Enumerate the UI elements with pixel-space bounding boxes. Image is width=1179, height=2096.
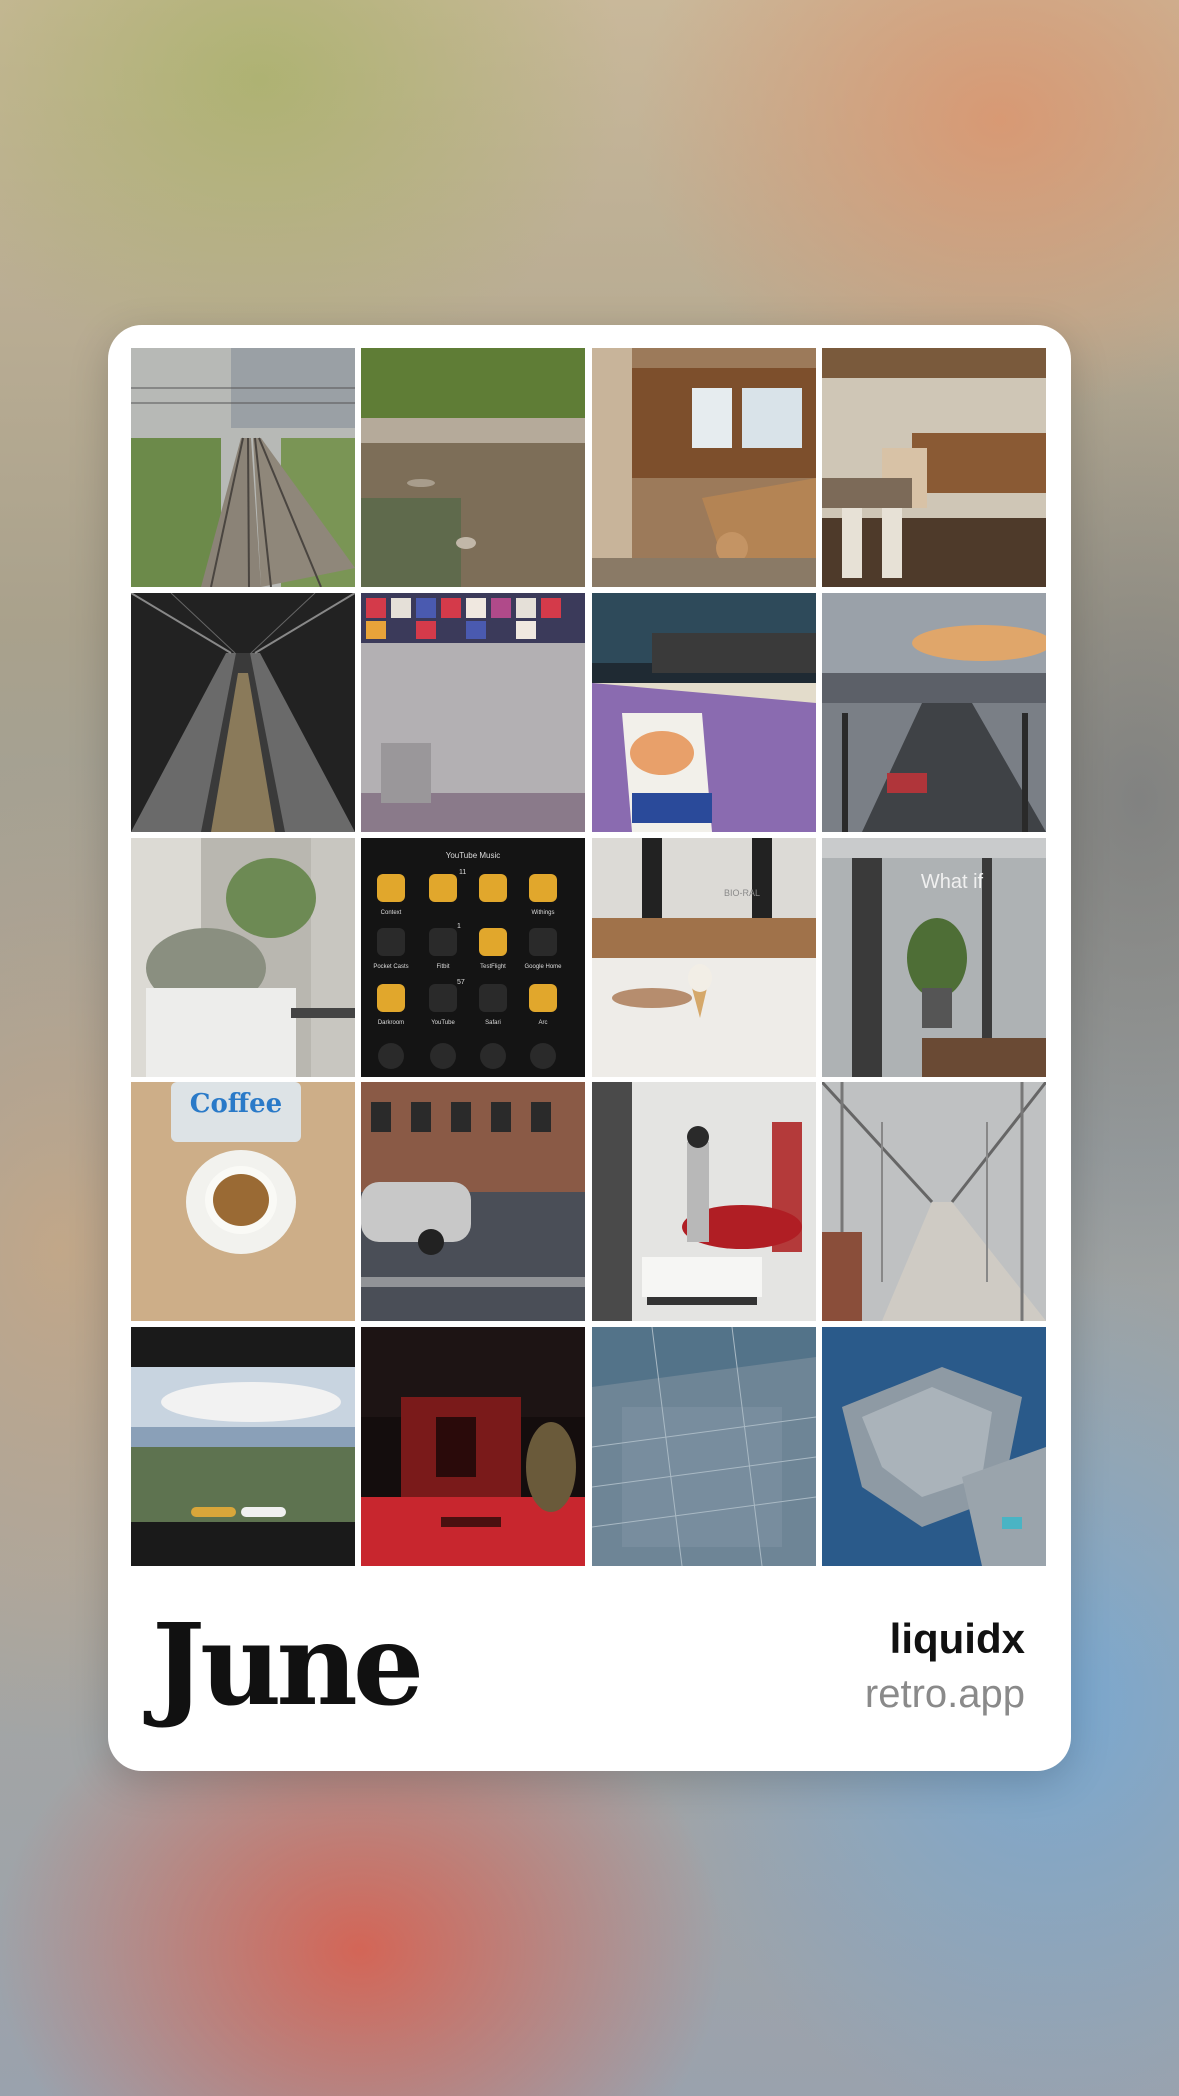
username-label: liquidx — [889, 1615, 1025, 1662]
phone-app-label-youtube-music: YouTube Music — [446, 851, 501, 860]
photo-aerial-island[interactable] — [821, 1327, 1046, 1566]
photo-scaffolding-walkway[interactable] — [821, 1082, 1046, 1322]
app-url-label: retro.app — [864, 1672, 1025, 1716]
photo-airplane-window-view[interactable] — [131, 1327, 355, 1566]
month-title: June — [152, 1600, 424, 1731]
photo-ice-cream-cone[interactable]: BIO-RAL — [591, 837, 816, 1077]
svg-text:Google Home: Google Home — [525, 964, 563, 970]
svg-text:Fitbit: Fitbit — [437, 964, 450, 970]
svg-text:Withings: Withings — [532, 910, 555, 916]
photo-vintage-lounge[interactable] — [821, 348, 1046, 587]
svg-text:1: 1 — [457, 923, 461, 930]
photo-colorful-ceiling-hall[interactable] — [361, 592, 586, 832]
svg-text:Darkroom: Darkroom — [378, 1020, 404, 1026]
photo-red-lit-storefront[interactable] — [361, 1327, 586, 1566]
sign-text: BIO-RAL — [724, 888, 760, 898]
svg-text:Safari: Safari — [485, 1020, 501, 1026]
coffee-bag-text: Coffee — [190, 1089, 282, 1119]
photo-coffee-cup[interactable]: Coffee — [131, 1082, 355, 1322]
photo-escalator-tunnel[interactable] — [131, 592, 355, 832]
photo-grid: YouTube Music Context Withings 11 Pocket… — [131, 348, 1046, 1566]
photo-shaved-ice-counter[interactable] — [591, 592, 816, 832]
svg-text:YouTube: YouTube — [432, 1020, 456, 1026]
share-screen: { "card": { "month": "June", "username":… — [0, 0, 1179, 2096]
photo-succulent-pot[interactable] — [131, 837, 355, 1077]
svg-text:TestFlight: TestFlight — [480, 964, 506, 970]
svg-text:Arc: Arc — [539, 1020, 548, 1026]
photo-glass-storefront[interactable]: What if — [821, 837, 1046, 1077]
photo-phone-home-screen[interactable]: YouTube Music Context Withings 11 Pocket… — [361, 837, 586, 1077]
svg-text:Pocket Casts: Pocket Casts — [374, 964, 409, 970]
svg-text:11: 11 — [459, 869, 466, 876]
photo-city-street-car[interactable] — [361, 1082, 586, 1322]
photo-railway-tracks[interactable] — [131, 348, 355, 587]
svg-text:57: 57 — [457, 979, 465, 986]
photo-sunset-street[interactable] — [821, 592, 1046, 832]
photo-cafe-counter[interactable] — [591, 348, 816, 587]
photo-river-bank[interactable] — [361, 348, 586, 587]
photo-robot-showroom[interactable] — [591, 1082, 816, 1322]
photo-aerial-city[interactable] — [591, 1327, 816, 1566]
svg-text:Context: Context — [381, 910, 402, 916]
storefront-text: What if — [921, 871, 984, 893]
retro-month-card: YouTube Music Context Withings 11 Pocket… — [108, 325, 1071, 1771]
